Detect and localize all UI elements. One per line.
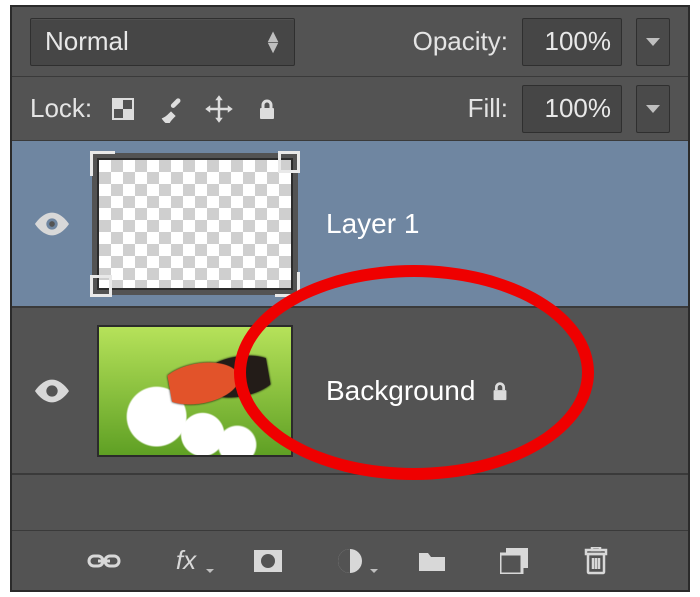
- lock-position-icon[interactable]: [202, 92, 236, 126]
- lock-transparency-icon[interactable]: [106, 92, 140, 126]
- opacity-value[interactable]: 100%: [522, 18, 622, 66]
- lock-all-icon[interactable]: [250, 92, 284, 126]
- delete-layer-icon[interactable]: [574, 539, 618, 583]
- updown-icon: ▲▼: [264, 31, 280, 53]
- eye-icon: [35, 379, 69, 403]
- lock-fill-row: Lock: Fill: 100%: [12, 77, 688, 141]
- layer-name[interactable]: Layer 1: [326, 208, 419, 240]
- layer-row[interactable]: Layer 1: [12, 141, 688, 308]
- fill-label: Fill:: [468, 93, 508, 124]
- layers-footer: fx: [12, 530, 688, 590]
- flower-thumb: [97, 325, 293, 457]
- lock-label: Lock:: [30, 93, 92, 124]
- transparent-thumb: [97, 158, 293, 290]
- layers-panel: Normal ▲▼ Opacity: 100% Lock: Fill: 100%: [10, 5, 690, 592]
- fill-value[interactable]: 100%: [522, 85, 622, 133]
- link-layers-icon[interactable]: [82, 539, 126, 583]
- layers-list: Layer 1 Background: [12, 141, 688, 530]
- new-group-icon[interactable]: [410, 539, 454, 583]
- opacity-dropdown[interactable]: [636, 18, 670, 66]
- eye-icon: [35, 212, 69, 236]
- lock-paint-icon[interactable]: [154, 92, 188, 126]
- blend-mode-select[interactable]: Normal ▲▼: [30, 18, 295, 66]
- visibility-toggle[interactable]: [12, 379, 92, 403]
- new-layer-icon[interactable]: [492, 539, 536, 583]
- blend-opacity-row: Normal ▲▼ Opacity: 100%: [12, 7, 688, 77]
- layer-fx-icon[interactable]: fx: [164, 539, 208, 583]
- layer-name[interactable]: Background: [326, 375, 475, 407]
- blend-mode-value: Normal: [45, 26, 129, 57]
- opacity-label: Opacity:: [413, 26, 508, 57]
- layer-mask-icon[interactable]: [246, 539, 290, 583]
- visibility-toggle[interactable]: [12, 212, 92, 236]
- fill-dropdown[interactable]: [636, 85, 670, 133]
- adjustment-layer-icon[interactable]: [328, 539, 372, 583]
- layer-thumbnail[interactable]: [92, 153, 298, 295]
- lock-icon: [489, 379, 511, 403]
- layer-thumbnail[interactable]: [92, 320, 298, 462]
- layer-row[interactable]: Background: [12, 308, 688, 475]
